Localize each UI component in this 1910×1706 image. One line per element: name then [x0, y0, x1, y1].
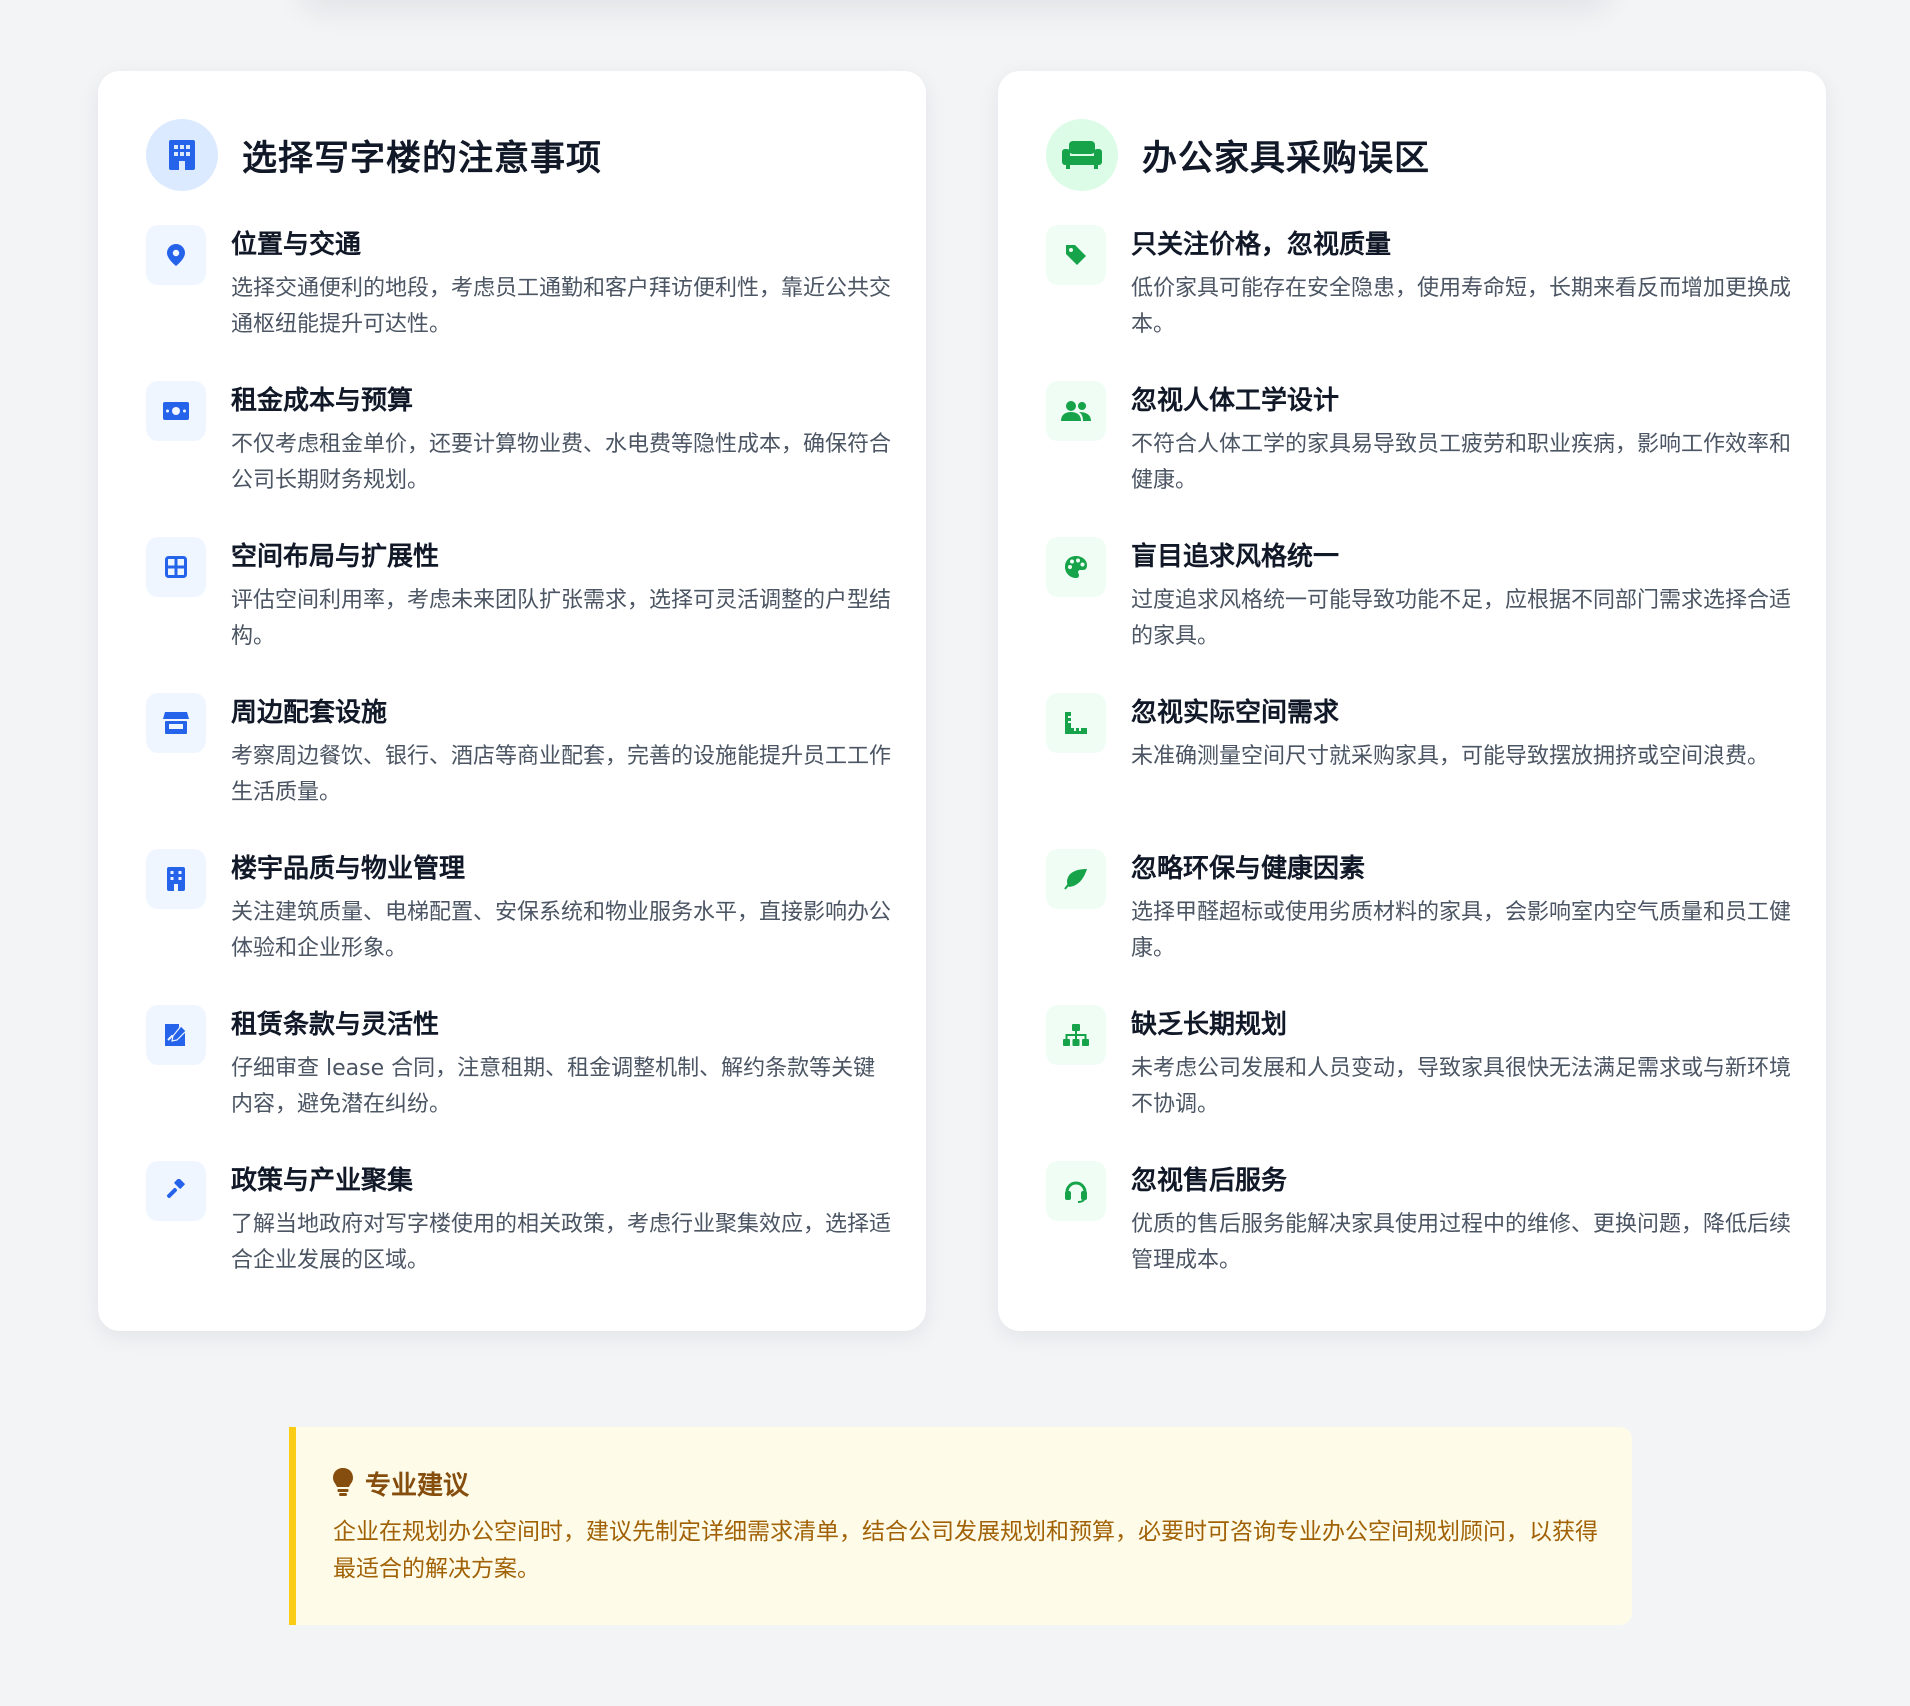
office-selection-card: 选择写字楼的注意事项 位置与交通 选择交通便利的地段，考虑员工通勤和客户拜访便利… — [98, 71, 926, 1331]
item-title: 只关注价格，忽视质量 — [1131, 230, 1392, 260]
palette-icon — [1046, 537, 1106, 597]
item-description: 不符合人体工学的家具易导致员工疲劳和职业疾病，影响工作效率和健康。 — [1131, 432, 1792, 493]
item-title: 忽视实际空间需求 — [1131, 698, 1340, 728]
users-icon — [1046, 381, 1106, 441]
item-title: 租赁条款与灵活性 — [231, 1010, 440, 1040]
building-icon — [146, 849, 206, 909]
item-title: 忽视售后服务 — [1131, 1166, 1288, 1196]
advice-text: 企业在规划办公空间时，建议先制定详细需求清单，结合公司发展规划和预算，必要时可咨… — [333, 1519, 1598, 1582]
list-item: 位置与交通 选择交通便利的地段，考虑员工通勤和客户拜访便利性，靠近公共交通枢纽能… — [146, 225, 891, 381]
gavel-icon — [146, 1161, 206, 1221]
lightbulb-icon — [333, 1467, 353, 1500]
professional-advice-box: 专业建议 企业在规划办公空间时，建议先制定详细需求清单，结合公司发展规划和预算，… — [289, 1427, 1632, 1625]
list-item: 空间布局与扩展性 评估空间利用率，考虑未来团队扩张需求，选择可灵活调整的户型结构… — [146, 537, 891, 693]
list-item: 缺乏长期规划 未考虑公司发展和人员变动，导致家具很快无法满足需求或与新环境不协调… — [1046, 1005, 1791, 1161]
list-item: 忽视人体工学设计 不符合人体工学的家具易导致员工疲劳和职业疾病，影响工作效率和健… — [1046, 381, 1791, 537]
item-title: 空间布局与扩展性 — [231, 542, 440, 572]
item-title: 缺乏长期规划 — [1131, 1010, 1288, 1040]
contract-sign-icon — [146, 1005, 206, 1065]
list-item: 忽视实际空间需求 未准确测量空间尺寸就采购家具，可能导致摆放拥挤或空间浪费。 — [1046, 693, 1778, 849]
item-description: 过度追求风格统一可能导致功能不足，应根据不同部门需求选择合适的家具。 — [1131, 588, 1792, 649]
item-title: 忽略环保与健康因素 — [1131, 854, 1366, 884]
item-title: 盲目追求风格统一 — [1131, 542, 1340, 572]
item-description: 选择甲醛超标或使用劣质材料的家具，会影响室内空气质量和员工健康。 — [1131, 900, 1792, 961]
item-title: 周边配套设施 — [231, 698, 388, 728]
item-title: 租金成本与预算 — [231, 386, 414, 416]
item-title: 忽视人体工学设计 — [1131, 386, 1340, 416]
layout-grid-icon — [146, 537, 206, 597]
item-title: 楼宇品质与物业管理 — [231, 854, 466, 884]
ruler-icon — [1046, 693, 1106, 753]
list-item: 盲目追求风格统一 过度追求风格统一可能导致功能不足，应根据不同部门需求选择合适的… — [1046, 537, 1791, 693]
item-description: 未准确测量空间尺寸就采购家具，可能导致摆放拥挤或空间浪费。 — [1131, 744, 1770, 769]
item-description: 关注建筑质量、电梯配置、安保系统和物业服务水平，直接影响办公体验和企业形象。 — [231, 900, 892, 961]
price-tag-icon — [1046, 225, 1106, 285]
list-item: 租金成本与预算 不仅考虑租金单价，还要计算物业费、水电费等隐性成本，确保符合公司… — [146, 381, 891, 537]
money-bill-icon — [146, 381, 206, 441]
item-description: 仔细审查 lease 合同，注意租期、租金调整机制、解约条款等关键内容，避免潜在… — [231, 1056, 876, 1117]
leaf-icon — [1046, 849, 1106, 909]
office-card-header: 选择写字楼的注意事项 — [146, 119, 878, 191]
furniture-items-list: 只关注价格，忽视质量 低价家具可能存在安全隐患，使用寿命短，长期来看反而增加更换… — [1046, 225, 1791, 1317]
list-item: 楼宇品质与物业管理 关注建筑质量、电梯配置、安保系统和物业服务水平，直接影响办公… — [146, 849, 891, 1005]
item-title: 政策与产业聚集 — [231, 1166, 414, 1196]
sitemap-icon — [1046, 1005, 1106, 1065]
store-icon — [146, 693, 206, 753]
building-icon — [146, 119, 218, 191]
item-description: 不仅考虑租金单价，还要计算物业费、水电费等隐性成本，确保符合公司长期财务规划。 — [231, 432, 892, 493]
item-description: 了解当地政府对写字楼使用的相关政策，考虑行业聚集效应，选择适合企业发展的区域。 — [231, 1212, 892, 1273]
advice-title: 专业建议 — [365, 1471, 470, 1501]
item-description: 优质的售后服务能解决家具使用过程中的维修、更换问题，降低后续管理成本。 — [1131, 1212, 1792, 1273]
cards-row: 选择写字楼的注意事项 位置与交通 选择交通便利的地段，考虑员工通勤和客户拜访便利… — [98, 71, 1827, 1331]
item-description: 选择交通便利的地段，考虑员工通勤和客户拜访便利性，靠近公共交通枢纽能提升可达性。 — [231, 276, 892, 337]
office-items-list: 位置与交通 选择交通便利的地段，考虑员工通勤和客户拜访便利性，靠近公共交通枢纽能… — [146, 225, 891, 1317]
headset-icon — [1046, 1161, 1106, 1221]
office-card-title: 选择写字楼的注意事项 — [242, 138, 603, 179]
advice-header: 专业建议 — [333, 1465, 1592, 1502]
location-pin-icon — [146, 225, 206, 285]
list-item: 租赁条款与灵活性 仔细审查 lease 合同，注意租期、租金调整机制、解约条款等… — [146, 1005, 878, 1161]
item-title: 位置与交通 — [231, 230, 362, 260]
furniture-mistakes-card: 办公家具采购误区 只关注价格，忽视质量 低价家具可能存在安全隐患，使用寿命短，长… — [998, 71, 1826, 1331]
list-item: 只关注价格，忽视质量 低价家具可能存在安全隐患，使用寿命短，长期来看反而增加更换… — [1046, 225, 1791, 381]
furniture-card-title: 办公家具采购误区 — [1142, 138, 1431, 179]
item-description: 未考虑公司发展和人员变动，导致家具很快无法满足需求或与新环境不协调。 — [1131, 1056, 1792, 1117]
item-description: 评估空间利用率，考虑未来团队扩张需求，选择可灵活调整的户型结构。 — [231, 588, 892, 649]
furniture-card-header: 办公家具采购误区 — [1046, 119, 1778, 191]
item-description: 考察周边餐饮、银行、酒店等商业配套，完善的设施能提升员工工作生活质量。 — [231, 744, 892, 805]
list-item: 政策与产业聚集 了解当地政府对写字楼使用的相关政策，考虑行业聚集效应，选择适合企… — [146, 1161, 891, 1317]
list-item: 忽略环保与健康因素 选择甲醛超标或使用劣质材料的家具，会影响室内空气质量和员工健… — [1046, 849, 1791, 1005]
item-description: 低价家具可能存在安全隐患，使用寿命短，长期来看反而增加更换成本。 — [1131, 276, 1792, 337]
couch-icon — [1046, 119, 1118, 191]
list-item: 忽视售后服务 优质的售后服务能解决家具使用过程中的维修、更换问题，降低后续管理成… — [1046, 1161, 1791, 1317]
list-item: 周边配套设施 考察周边餐饮、银行、酒店等商业配套，完善的设施能提升员工工作生活质… — [146, 693, 891, 849]
